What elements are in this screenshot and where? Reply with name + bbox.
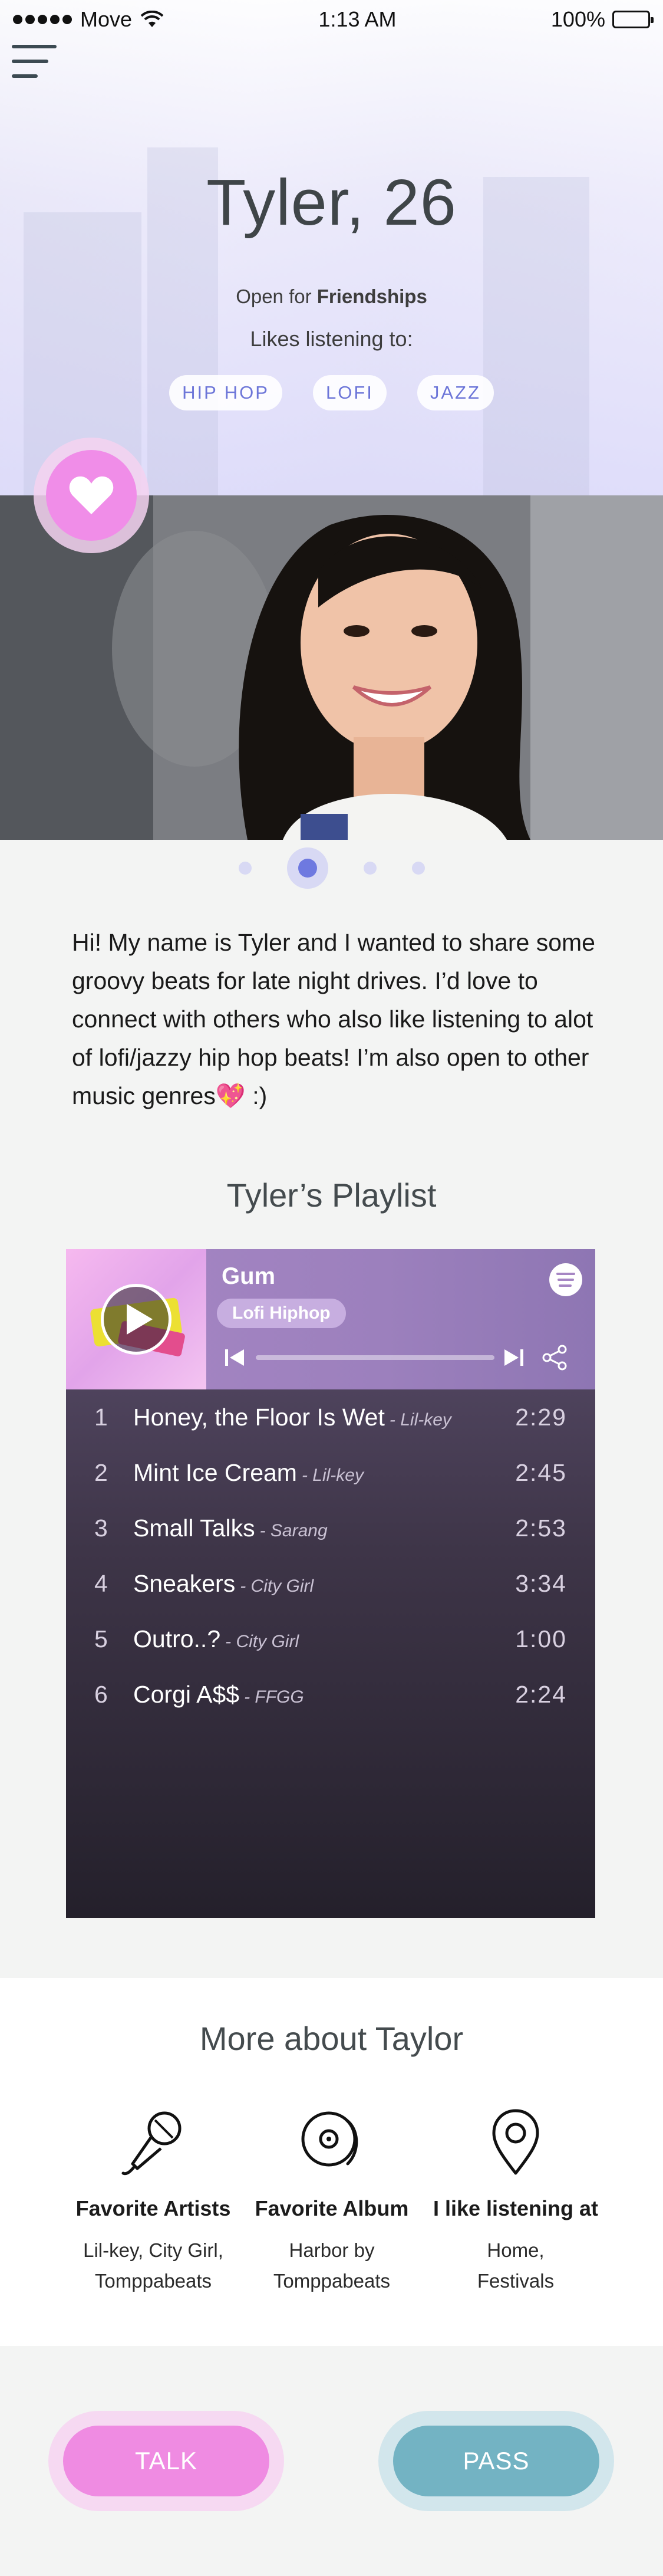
track-row[interactable]: 4 Sneakers - City Girl 3:34 [66,1556,595,1611]
play-button[interactable] [101,1284,171,1355]
feature-value: Harbor by Tomppabeats [273,2239,391,2292]
talk-button-label: TALK [63,2426,269,2496]
wifi-icon [140,11,164,27]
feature-value: Home, Festivals [477,2239,555,2292]
open-for-text: Open for Friendships [236,285,427,307]
likes-listening-label: Likes listening to: [250,327,413,351]
carrier-name: Move [80,7,133,31]
talk-button[interactable]: TALK [48,2411,284,2511]
more-about-section: More about Taylor Favorite Artists Lil-k… [0,1978,663,2346]
pass-button[interactable]: PASS [378,2411,614,2511]
pass-button-label: PASS [393,2426,599,2496]
microphone-icon [121,2111,182,2176]
skip-next-icon[interactable] [502,1346,526,1369]
battery-icon [612,11,654,28]
action-bar: TALK PASS [0,2346,663,2576]
feature-value: Lil-key, City Girl, Tomppabeats [83,2239,223,2292]
vinyl-record-icon [301,2111,358,2167]
track-list: 1 Honey, the Floor Is Wet - Lil-key 2:29 … [66,1389,595,1722]
track-row[interactable]: 1 Honey, the Floor Is Wet - Lil-key 2:29 [66,1389,595,1445]
open-for-value: Friendships [316,285,427,307]
track-progress-bar[interactable] [256,1355,494,1360]
more-about-title: More about Taylor [199,2020,464,2057]
share-icon[interactable] [541,1343,569,1372]
hamburger-menu-icon[interactable] [12,42,59,80]
page-dot[interactable] [238,862,252,875]
heart-icon [69,476,114,514]
skip-previous-icon[interactable] [223,1346,246,1369]
profile-name-age: Tyler, 26 [206,166,457,239]
track-row[interactable]: 3 Small Talks - Sarang 2:53 [66,1500,595,1556]
playlist-title: Tyler’s Playlist [226,1177,437,1214]
clock: 1:13 AM [318,7,397,31]
feature-title: I like listening at [433,2196,599,2220]
genre-tag[interactable]: HIP HOP [169,375,282,410]
track-row[interactable]: 6 Corgi A$$ - FFGG 2:24 [66,1667,595,1722]
now-playing-tag: Lofi Hiphop [217,1299,346,1328]
page-dot-active[interactable] [286,847,328,889]
playlist-widget: Gum Lofi Hiphop 1 Honey, the Floor Is We… [66,1249,595,1918]
photo-pager [0,845,663,892]
page-dot[interactable] [363,862,377,875]
now-playing-title: Gum [222,1263,276,1289]
album-art [66,1249,206,1389]
profile-header [0,0,663,495]
feature-title: Favorite Artists [75,2196,231,2220]
battery-percent: 100% [550,7,605,31]
favorite-artists-card: Favorite Artists Lil-key, City Girl, Tom… [56,2104,250,2296]
genre-tag[interactable]: JAZZ [417,375,494,410]
now-playing-bar: Gum Lofi Hiphop [66,1249,595,1389]
genre-tag[interactable]: LOFI [312,375,387,410]
signal-icon [13,15,72,24]
track-row[interactable]: 2 Mint Ice Cream - Lil-key 2:45 [66,1445,595,1500]
spotify-icon[interactable] [549,1263,582,1296]
feature-title: Favorite Album [255,2196,409,2220]
page-dot[interactable] [411,862,425,875]
status-bar: Move 1:13 AM 100% [0,0,663,39]
track-row[interactable]: 5 Outro..? - City Girl 1:00 [66,1611,595,1667]
location-pin-icon [492,2109,539,2175]
listening-location-card: I like listening at Home, Festivals [418,2104,613,2296]
bio-text: Hi! My name is Tyler and I wanted to sha… [72,929,595,1109]
favorite-button[interactable] [34,438,149,553]
genre-tags: HIP HOP LOFI JAZZ [0,375,663,410]
sparkling-heart-icon: 💖 [215,1082,246,1109]
favorite-album-card: Favorite Album Harbor by Tomppabeats [235,2104,429,2296]
